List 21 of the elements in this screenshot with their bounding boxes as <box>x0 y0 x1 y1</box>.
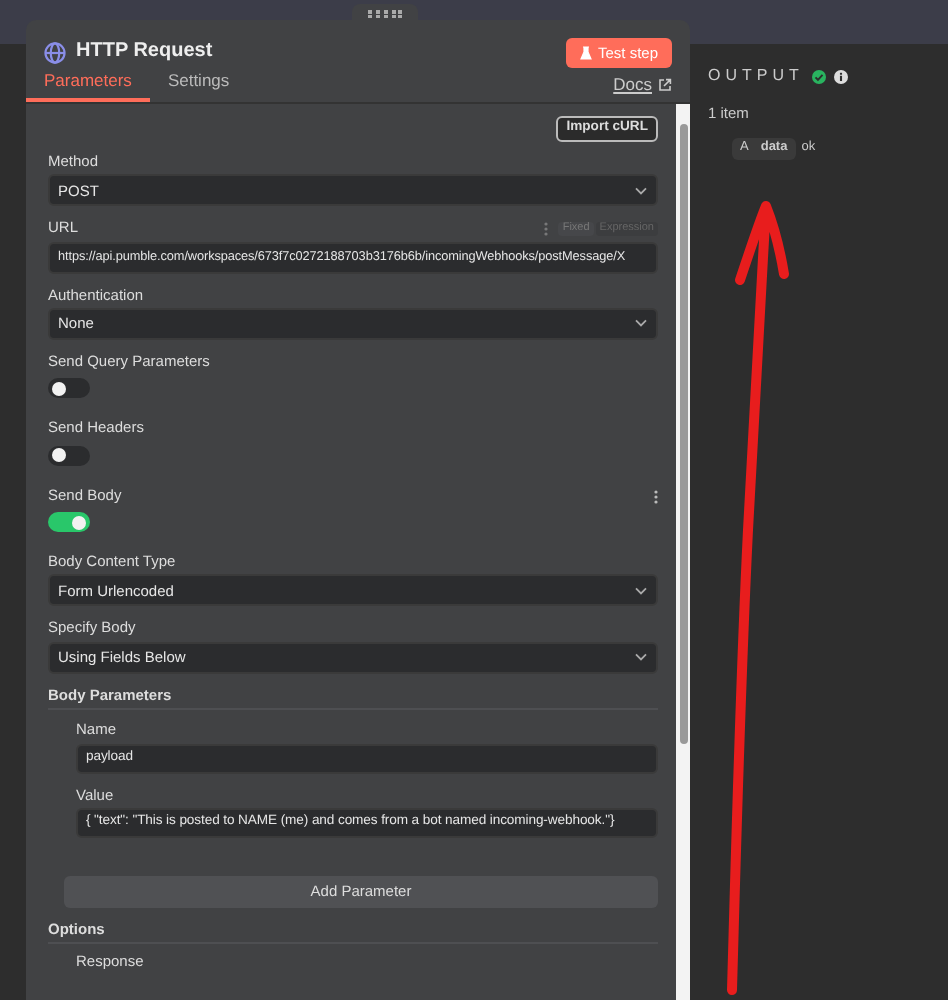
external-link-icon <box>658 77 672 92</box>
info-icon[interactable] <box>833 69 848 83</box>
node-title: HTTP Request <box>76 40 213 66</box>
scrollbar[interactable] <box>676 104 690 1000</box>
drag-handle[interactable] <box>352 4 418 24</box>
chevron-down-icon <box>634 185 648 196</box>
toggle-switch[interactable] <box>48 512 90 533</box>
scrollbar-thumb[interactable] <box>679 124 687 745</box>
flask-icon <box>579 46 592 61</box>
tab[interactable]: Settings <box>149 69 248 103</box>
output-title: OUTPUT <box>708 66 804 86</box>
tab[interactable]: Parameters <box>26 69 150 103</box>
toggle-switch[interactable] <box>48 378 90 399</box>
chevron-down-icon <box>634 652 648 663</box>
toggle-switch[interactable] <box>48 445 90 466</box>
chevron-down-icon <box>634 585 648 596</box>
grip-icon <box>368 10 402 18</box>
globe-icon <box>44 42 66 65</box>
success-check-icon <box>811 69 826 83</box>
docs-link[interactable]: Docs <box>613 73 672 103</box>
chevron-down-icon <box>634 318 648 329</box>
